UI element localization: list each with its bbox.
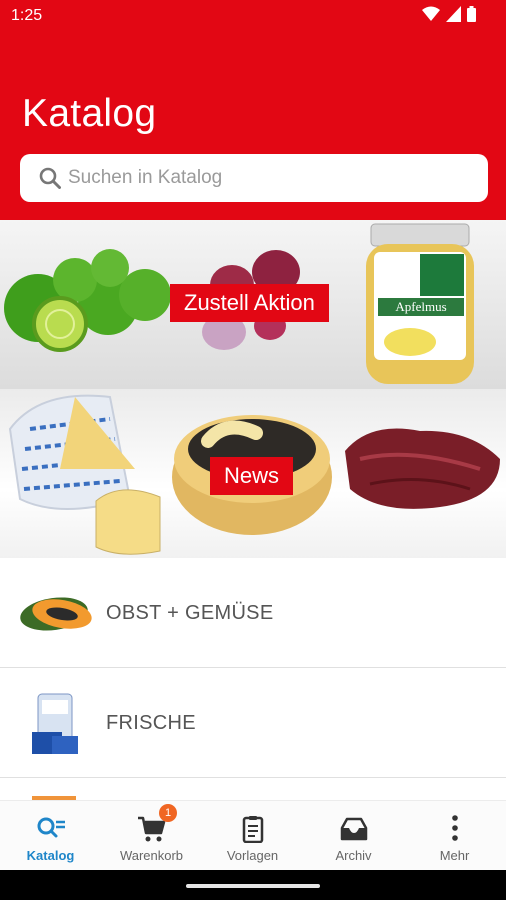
nav-label: Mehr [439,848,470,863]
system-gesture-bar [0,870,506,900]
search-icon [39,167,61,189]
nav-warenkorb[interactable]: 1 Warenkorb [101,801,202,871]
status-icons [422,5,476,27]
banner-label: Zustell Aktion [170,284,329,322]
promo-banner-news[interactable]: News [0,389,506,558]
fresh-dairy-icon [32,693,78,754]
category-label: FRISCHE [106,712,196,734]
nav-label: Warenkorb [119,848,184,863]
nav-mehr[interactable]: Mehr [404,801,505,871]
app-header: 1:25 Katalog [0,0,506,220]
nav-vorlagen[interactable]: Vorlagen [202,801,303,871]
cart-badge: 1 [159,804,177,822]
more-vertical-icon [451,815,458,841]
search-input[interactable] [68,154,468,202]
status-bar: 1:25 [0,0,506,32]
category-label: OBST + GEMÜSE [106,602,274,624]
wifi-icon [422,6,440,27]
home-gesture-handle[interactable] [186,884,320,888]
category-item-frische[interactable]: FRISCHE [0,668,506,778]
bottom-navigation: Katalog 1 Warenkorb Vorlagen Archiv Mehr [0,800,506,870]
battery-icon [467,5,476,27]
nav-label: Vorlagen [226,848,279,863]
jar-label: Apfelmus [395,299,446,314]
signal-icon [446,5,461,27]
nav-archiv[interactable]: Archiv [303,801,404,871]
promo-banner-zustell-aktion[interactable]: Apfelmus Zustell Aktion [0,220,506,389]
banner-label: News [210,457,294,495]
clipboard-icon [242,816,263,843]
archive-inbox-icon [340,817,367,841]
nav-katalog[interactable]: Katalog [0,801,101,871]
status-time: 1:25 [11,7,43,24]
nav-label: Katalog [26,848,75,863]
search-bar[interactable] [20,154,488,202]
category-item-obst-gemuese[interactable]: OBST + GEMÜSE [0,558,506,668]
papaya-icon [20,597,92,631]
catalog-search-icon [37,817,65,838]
nav-label: Archiv [335,848,372,863]
page-title: Katalog [22,92,157,135]
